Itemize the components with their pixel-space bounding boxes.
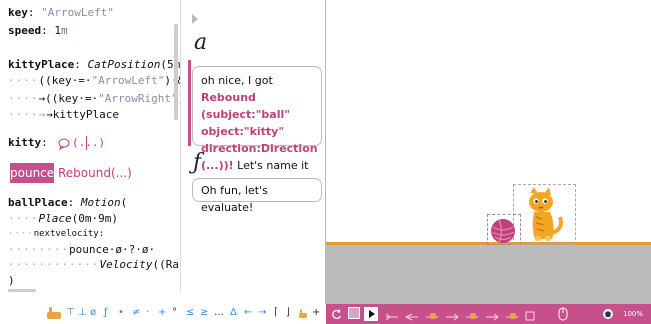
step-controls-icons[interactable] xyxy=(384,309,584,321)
glyph-degree[interactable]: ° xyxy=(172,307,177,318)
speech-bubble-icon xyxy=(58,138,70,150)
ball-icon[interactable] xyxy=(602,308,614,320)
message-bubble: oh nice, I got Rebound (subject:"ball" o… xyxy=(192,66,322,189)
code-line: kitty: xyxy=(8,136,48,149)
glyph-none[interactable]: ø xyxy=(90,307,96,318)
glyph-dot[interactable]: · xyxy=(146,307,149,318)
glyph-not-equal[interactable]: ≠ xyxy=(132,307,140,318)
code-line: speed: 1m xyxy=(8,24,68,37)
code-line: ····→((key·=·"ArrowRight") xyxy=(8,92,180,105)
stage-toolbar: 100% xyxy=(326,304,651,324)
text-cursor xyxy=(86,136,87,150)
code-line: ····nextvelocity: xyxy=(8,229,105,239)
conversation-pane: a oh nice, I got Rebound (subject:"ball"… xyxy=(182,0,325,292)
yarn-ball-icon[interactable] xyxy=(490,218,518,244)
glyph-function[interactable]: ƒ xyxy=(104,307,108,318)
play-button[interactable] xyxy=(364,307,378,321)
pane-divider[interactable] xyxy=(180,0,181,292)
glyph-greater-equal[interactable]: ≥ xyxy=(200,307,208,318)
message-bubble: Oh fun, let's evaluate! xyxy=(192,178,322,214)
glyph-floor[interactable]: ⌋ xyxy=(286,307,290,318)
kitty-value[interactable]: (...) xyxy=(72,136,105,149)
vertical-scrollbar[interactable] xyxy=(174,24,178,120)
mouse-icon[interactable] xyxy=(558,307,568,321)
code-line: key: "ArrowLeft" xyxy=(8,6,114,19)
glyph-less-equal[interactable]: ≤ xyxy=(186,307,194,318)
code-line: ) xyxy=(8,274,15,287)
code-line: ····((key·=·"ArrowLeft")·&·( xyxy=(8,74,180,87)
horizontal-scrollbar[interactable] xyxy=(8,289,36,292)
glyph-delta[interactable]: Δ xyxy=(230,307,237,318)
stage-canvas[interactable] xyxy=(326,0,651,304)
glyph-bottom[interactable]: ⊥ xyxy=(78,307,87,318)
pause-button[interactable] xyxy=(348,307,360,319)
code-line: ····→→kittyPlace xyxy=(8,108,119,121)
code-line: ballPlace: Motion( xyxy=(8,196,128,209)
rebound-chip[interactable]: Rebound(...) xyxy=(58,163,132,183)
code-line: ········pounce·ø·?·ø· xyxy=(8,243,156,256)
emoji-picker-icon[interactable] xyxy=(46,306,62,320)
message-accent-bar xyxy=(188,60,191,146)
ground xyxy=(326,245,651,304)
glyph-left-arrow[interactable]: ← xyxy=(244,307,252,318)
code-line: kittyPlace: CatPosition(5m·1 xyxy=(8,58,180,71)
glyph-top[interactable]: ⊤ xyxy=(66,307,75,318)
speaker-f-glyph: ƒ xyxy=(193,150,202,175)
speaker-a-glyph: a xyxy=(194,30,208,55)
expand-triangle-icon[interactable] xyxy=(192,14,198,24)
add-glyph-button[interactable]: + xyxy=(312,307,320,318)
code-line: ····Place(0m·9m) xyxy=(8,212,118,225)
glyph-ellipsis[interactable]: … xyxy=(214,307,224,318)
reset-icon[interactable] xyxy=(332,309,342,319)
glyph-bullet[interactable]: • xyxy=(118,307,124,318)
code-line: ············Velocity((Random xyxy=(8,258,180,271)
glyph-toolbar: ⊤ ⊥ ø ƒ • ≠ · + ° ≤ ≥ … Δ ← → ⌈ ⌋ + xyxy=(0,304,325,324)
code-editor[interactable]: key: "ArrowLeft" speed: 1m kittyPlace: C… xyxy=(0,0,180,292)
glyph-plus[interactable]: + xyxy=(158,307,166,318)
glyph-right-arrow[interactable]: → xyxy=(258,307,266,318)
hand-icon[interactable] xyxy=(298,309,308,319)
zoom-level[interactable]: 100% xyxy=(623,310,643,318)
glyph-ceil[interactable]: ⌈ xyxy=(274,307,278,318)
cat-icon[interactable] xyxy=(522,187,566,243)
pounce-chip[interactable]: pounce xyxy=(10,163,54,183)
